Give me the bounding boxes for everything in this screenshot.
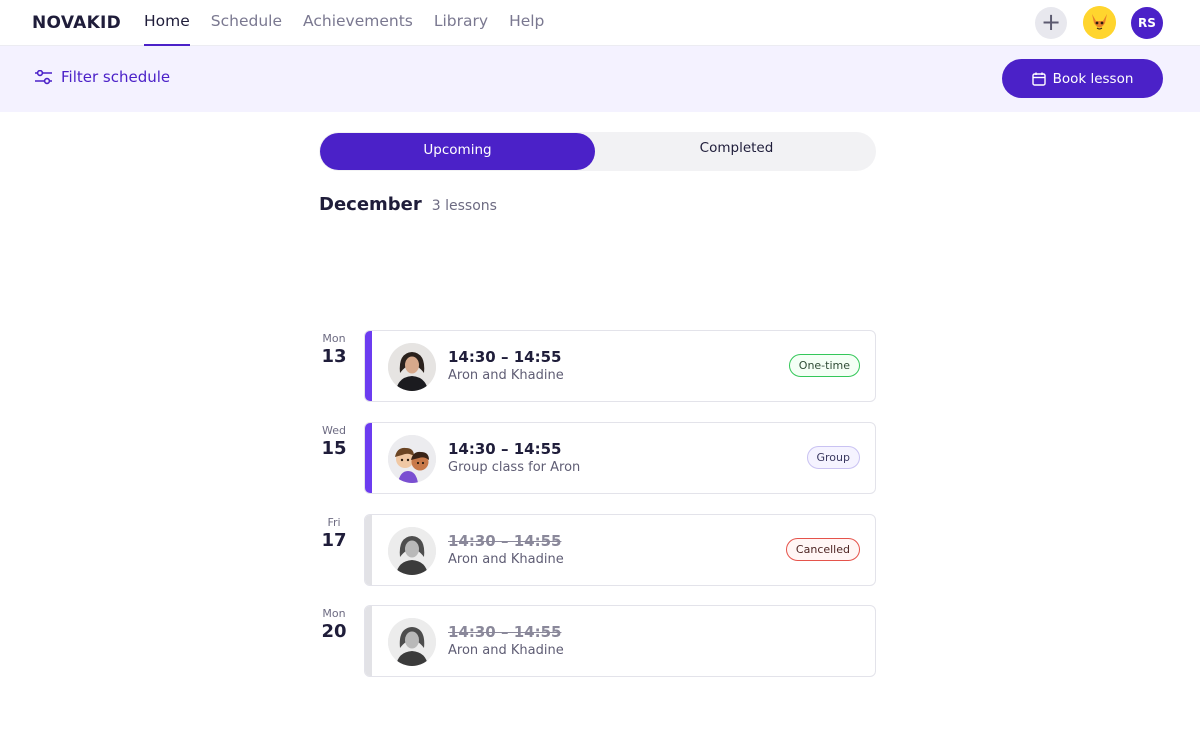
book-lesson-label: Book lesson [1052,70,1134,87]
lesson-weekday: Mon [322,607,346,620]
lesson-weekday: Wed [322,424,346,437]
lesson-participants: Aron and Khadine [448,552,564,567]
lesson-row: Fri 17 14:30 – 14:55 Aron and Khadine Ca… [310,514,880,586]
lesson-count: 3 lessons [431,198,497,214]
nav-item-schedule[interactable]: Schedule [211,0,282,46]
lesson-weekday: Fri [327,516,341,529]
lesson-date: Mon 20 [310,605,358,642]
teacher-avatar [388,618,436,666]
lesson-day: 20 [321,621,347,642]
nav-item-home[interactable]: Home [144,0,190,46]
lesson-time: 14:30 – 14:55 [448,348,562,366]
lesson-status-badge: Cancelled [785,538,860,561]
lesson-row: Mon 13 14:30 – 14:55 Aron and Khadine On… [310,330,880,402]
lesson-weekday: Mon [322,332,346,345]
lesson-date: Fri 17 [310,514,358,551]
lesson-card[interactable]: 14:30 – 14:55 Aron and Khadine One-time [364,330,876,402]
lesson-participants: Aron and Khadine [448,368,564,383]
group-avatar [388,435,436,483]
lesson-row: Mon 20 14:30 – 14:55 Aron and Khadine [310,605,880,677]
lesson-participants: Group class for Aron [448,460,581,475]
teacher-photo-icon [388,527,436,575]
teacher-photo-icon [388,343,436,391]
lesson-date: Mon 13 [310,330,358,367]
filter-bar: Filter schedule Book lesson [0,46,1200,112]
add-button[interactable]: + [1035,7,1067,39]
fox-character-icon [1083,6,1116,39]
tab-completed[interactable]: Completed [599,133,874,170]
lesson-time: 14:30 – 14:55 [448,440,562,458]
month-header: December 3 lessons [319,194,497,215]
lesson-card[interactable]: 14:30 – 14:55 Aron and Khadine Cancelled [364,514,876,586]
nav-item-library[interactable]: Library [434,0,488,46]
lesson-card[interactable]: 14:30 – 14:55 Group class for Aron Group [364,422,876,494]
top-navigation-bar: NOVAKID Home Schedule Achievements Libra… [0,0,1200,46]
calendar-icon [1031,72,1046,86]
lesson-row: Wed 15 14:30 – 14:55 Group class for Aro… [310,422,880,494]
main-nav: Home Schedule Achievements Library Help [144,0,565,46]
filter-schedule-label: Filter schedule [61,68,171,86]
kid-avatar[interactable] [1083,6,1116,39]
user-avatar[interactable]: RS [1131,7,1163,39]
filter-schedule-button[interactable]: Filter schedule [34,68,170,86]
teacher-avatar [388,527,436,575]
lesson-status-bar [365,515,372,585]
lesson-date: Wed 15 [310,422,358,459]
group-kids-icon [388,435,436,483]
lesson-status-bar [365,606,372,676]
tab-upcoming[interactable]: Upcoming [320,133,595,170]
lesson-day: 15 [321,438,347,459]
lesson-participants: Aron and Khadine [448,643,564,658]
nav-item-help[interactable]: Help [509,0,544,46]
lesson-card[interactable]: 14:30 – 14:55 Aron and Khadine [364,605,876,677]
plus-icon: + [1040,8,1062,36]
book-lesson-button[interactable]: Book lesson [1002,59,1163,98]
lesson-day: 17 [321,530,347,551]
teacher-photo-icon [388,618,436,666]
lesson-time: 14:30 – 14:55 [448,532,562,550]
lesson-status-bar [365,331,372,401]
lesson-type-badge: One-time [788,354,860,377]
nav-item-achievements[interactable]: Achievements [303,0,413,46]
lesson-day: 13 [321,346,347,367]
teacher-avatar [388,343,436,391]
month-title: December [319,194,422,215]
lesson-time: 14:30 – 14:55 [448,623,562,641]
sliders-icon [35,69,52,84]
lesson-type-badge: Group [806,446,860,469]
lesson-status-bar [365,423,372,493]
lessons-tab-toggle: Upcoming Completed [319,132,876,171]
novakid-logo[interactable]: NOVAKID [32,13,121,33]
